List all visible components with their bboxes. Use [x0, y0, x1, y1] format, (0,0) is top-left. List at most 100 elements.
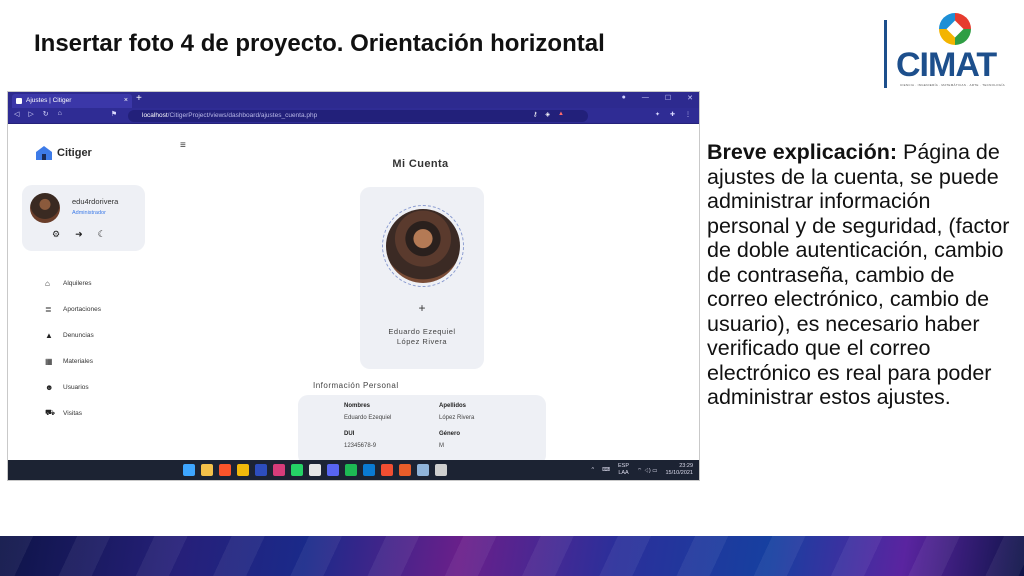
back-icon[interactable]: ◁ — [14, 110, 19, 118]
field-nombres: Nombres Eduardo Ezequiel — [344, 403, 391, 421]
minimize-icon[interactable]: — — [642, 94, 649, 102]
moon-icon[interactable]: ☾ — [98, 229, 106, 240]
sidebar-item-label: Aportaciones — [63, 305, 101, 313]
sidebar-menu: ⌂ Alquileres ≣ Aportaciones ▲ Denuncias … — [45, 270, 101, 426]
user-role: Administrador — [72, 210, 106, 216]
clock[interactable]: 23:29 15/10/2021 — [665, 463, 693, 477]
slide-title: Insertar foto 4 de proyecto. Orientación… — [34, 30, 605, 57]
sidebar-item-alquileres[interactable]: ⌂ Alquileres — [45, 270, 101, 296]
sidebar-item-denuncias[interactable]: ▲ Denuncias — [45, 322, 101, 348]
whatsapp-icon[interactable] — [291, 464, 303, 476]
url-path: /CitigerProject/views/dashboard/ajustes_… — [167, 112, 318, 119]
explanation-body: Página de ajustes de la cuenta, se puede… — [707, 140, 1010, 409]
field-dui: DUI 12345678-9 — [344, 431, 376, 449]
nav-buttons: ◁ ▷ ↻ ⌂ ⚑ — [14, 110, 117, 118]
browser-addressbar: ◁ ▷ ↻ ⌂ ⚑ localhost/CitigerProject/views… — [8, 108, 699, 124]
wifi-icon[interactable]: ⌔ ◁) ▭ — [637, 467, 657, 474]
field-value: 12345678-9 — [344, 443, 377, 449]
extension-icon[interactable]: ✦ — [655, 111, 660, 118]
field-apellidos: Apellidos López Rivera — [439, 403, 474, 421]
decorative-bottom-band — [0, 536, 1024, 576]
url-host: localhost — [142, 112, 168, 119]
taskbar-apps — [183, 464, 447, 476]
app-icon[interactable] — [273, 464, 285, 476]
url-input[interactable]: localhost/CitigerProject/views/dashboard… — [128, 110, 588, 122]
address-icons: ⚷ ◈ ▲ — [533, 111, 564, 118]
shield-icon[interactable]: ◈ — [545, 111, 550, 118]
logout-icon[interactable]: ➜ — [75, 229, 83, 240]
sidebar-item-visitas[interactable]: ⛟ Visitas — [45, 400, 101, 426]
hamburger-menu-icon[interactable]: ≡ — [180, 140, 186, 151]
presentation-slide: Insertar foto 4 de proyecto. Orientación… — [0, 0, 1024, 576]
sidebar-item-usuarios[interactable]: ☻ Usuarios — [45, 374, 101, 400]
github-icon[interactable] — [309, 464, 321, 476]
logo-tagline: CIENCIA · INGENIERÍA · MATEMÁTICAS · ART… — [900, 83, 1005, 87]
git-icon[interactable] — [381, 464, 393, 476]
field-label: Género — [439, 431, 461, 437]
sidebar-item-aportaciones[interactable]: ≣ Aportaciones — [45, 296, 101, 322]
field-label: DUI — [344, 431, 355, 437]
folder-icon[interactable] — [201, 464, 213, 476]
profile-photo-card: + Eduardo Ezequiel López Rivera — [360, 187, 484, 369]
new-tab-button[interactable]: + — [136, 93, 142, 104]
discord-icon[interactable] — [327, 464, 339, 476]
field-value: López Rivera — [439, 415, 475, 421]
window-controls: ● — ☐ ✕ — [622, 94, 693, 102]
photoshop-icon[interactable] — [255, 464, 267, 476]
home-icon: ⌂ — [45, 278, 50, 288]
vscode-icon[interactable] — [363, 464, 375, 476]
page-title: Mi Cuenta — [392, 158, 449, 170]
app-icon[interactable] — [399, 464, 411, 476]
maximize-icon[interactable]: ☐ — [665, 94, 671, 102]
clock-time: 23:29 — [679, 463, 693, 469]
change-photo-button[interactable]: + — [360, 301, 484, 315]
bookmark-icon[interactable]: ⚑ — [111, 110, 117, 118]
users-icon: ☻ — [45, 382, 54, 392]
reload-icon[interactable]: ↻ — [43, 110, 49, 118]
alert-icon[interactable]: ▲ — [558, 111, 564, 118]
warning-icon: ▲ — [45, 330, 53, 340]
notepad-icon[interactable] — [435, 464, 447, 476]
binance-icon[interactable] — [237, 464, 249, 476]
language-indicator[interactable]: ESP LAA — [618, 463, 629, 477]
clock-date: 15/10/2021 — [665, 470, 693, 476]
lang-line1: ESP — [618, 463, 630, 469]
profile-icon[interactable]: ● — [622, 94, 626, 102]
extension-icons: ✦ ✚ ⋮ — [655, 111, 691, 118]
field-genero: Género M — [439, 431, 460, 449]
screenshot-frame: Ajustes | Citiger × + ● — ☐ ✕ ◁ ▷ ↻ ⌂ ⚑ … — [7, 91, 700, 481]
menu-dots-icon[interactable]: ⋮ — [685, 111, 691, 118]
avatar — [30, 193, 60, 223]
browser-tab[interactable]: Ajustes | Citiger × — [12, 94, 132, 108]
sidebar-item-label: Denuncias — [63, 331, 94, 339]
chevron-up-icon[interactable]: ^ — [591, 467, 594, 473]
field-value: Eduardo Ezequiel — [344, 415, 392, 421]
sidebar-item-materiales[interactable]: ▦ Materiales — [45, 348, 101, 374]
tab-close-icon[interactable]: × — [124, 94, 128, 108]
logo-wordmark: CIMAT — [896, 46, 997, 84]
forward-icon[interactable]: ▷ — [28, 110, 33, 118]
keyboard-icon[interactable]: ⌨ — [602, 467, 610, 473]
coins-icon: ≣ — [45, 304, 52, 314]
start-icon[interactable] — [183, 464, 195, 476]
field-value: M — [439, 443, 444, 449]
username: edu4rdorivera — [72, 197, 119, 206]
web-page: Citiger ≡ edu4rdorivera Administrador ⚙ … — [8, 125, 699, 465]
tab-title: Ajustes | Citiger — [26, 97, 72, 104]
explanation-lead: Breve explicación: — [707, 140, 898, 164]
spotify-icon[interactable] — [345, 464, 357, 476]
key-icon[interactable]: ⚷ — [533, 111, 537, 118]
full-name: Eduardo Ezequiel López Rivera — [360, 327, 484, 347]
cimat-logo: CIMAT CIENCIA · INGENIERÍA · MATEMÁTICAS… — [884, 12, 1014, 92]
windows-taskbar: ^ ⌨ ESP LAA ⌔ ◁) ▭ 23:29 15/10/2021 — [8, 460, 699, 480]
logo-divider — [884, 20, 887, 88]
puzzle-icon[interactable]: ✚ — [670, 111, 675, 118]
personal-info-card: Nombres Eduardo Ezequiel Apellidos López… — [298, 395, 546, 465]
home-icon[interactable]: ⌂ — [58, 110, 62, 118]
mail-icon[interactable] — [417, 464, 429, 476]
close-window-icon[interactable]: ✕ — [687, 94, 693, 102]
profile-photo-frame — [382, 205, 464, 287]
brave-icon[interactable] — [219, 464, 231, 476]
profile-actions: ⚙ ➜ ☾ — [52, 229, 106, 240]
gear-icon[interactable]: ⚙ — [52, 229, 60, 240]
